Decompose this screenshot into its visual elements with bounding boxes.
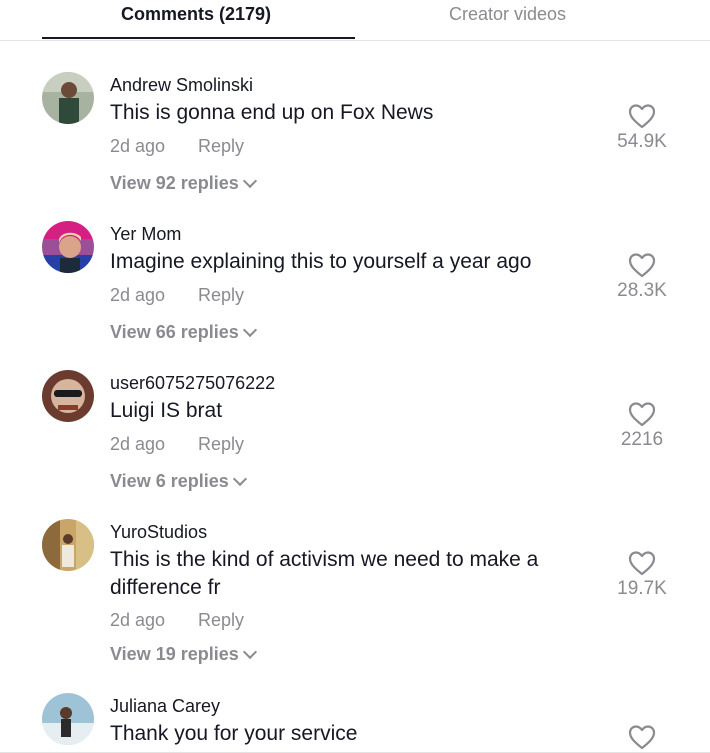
like-button[interactable]: 2216 xyxy=(602,401,682,451)
avatar[interactable] xyxy=(42,370,94,422)
comment-text: This is the kind of activism we need to … xyxy=(110,548,539,599)
comment-text: Imagine explaining this to yourself a ye… xyxy=(110,250,532,273)
comment-username[interactable]: Yer Mom xyxy=(110,224,181,245)
user-photo-icon xyxy=(42,72,94,124)
view-replies-button[interactable]: View 92 replies xyxy=(110,173,257,194)
comment-text: Thank you for your service xyxy=(110,722,358,745)
view-replies-button[interactable]: View 66 replies xyxy=(110,322,257,343)
avatar[interactable] xyxy=(42,72,94,124)
comment-username[interactable]: user6075275076222 xyxy=(110,373,275,394)
chevron-down-icon xyxy=(232,471,247,487)
avatar[interactable] xyxy=(42,693,94,745)
heart-icon xyxy=(628,253,656,278)
comment-username[interactable]: Andrew Smolinski xyxy=(110,75,253,96)
tab-creator-videos[interactable]: Creator videos xyxy=(449,4,566,25)
comment-time: 2d ago xyxy=(110,610,166,630)
user-photo-icon xyxy=(42,693,94,745)
like-button[interactable] xyxy=(602,724,682,750)
like-button[interactable]: 54.9K xyxy=(602,103,682,153)
reply-button[interactable]: Reply xyxy=(198,610,244,631)
heart-icon xyxy=(628,725,656,750)
avatar[interactable] xyxy=(42,519,94,571)
like-button[interactable]: 19.7K xyxy=(602,550,682,600)
avatar[interactable] xyxy=(42,221,94,273)
view-replies-label: View 66 replies xyxy=(110,322,239,342)
heart-icon xyxy=(628,402,656,427)
like-count: 28.3K xyxy=(617,280,667,301)
view-replies-label: View 6 replies xyxy=(110,471,229,491)
comment-text: Luigi IS brat xyxy=(110,399,223,422)
like-count: 2216 xyxy=(620,429,664,450)
comment-time: 2d ago xyxy=(110,285,166,305)
like-count: 19.7K xyxy=(617,578,667,599)
reply-button[interactable]: Reply xyxy=(198,434,244,455)
reply-button[interactable]: Reply xyxy=(198,136,244,157)
user-photo-icon xyxy=(42,519,94,571)
tab-comments[interactable]: Comments (2179) xyxy=(121,4,271,25)
chevron-down-icon xyxy=(242,644,257,660)
comment-username[interactable]: Juliana Carey xyxy=(110,696,220,717)
active-tab-indicator xyxy=(42,37,355,39)
comment-time: 2d ago xyxy=(110,434,166,454)
comment-tabs: Comments (2179) Creator videos xyxy=(0,0,710,41)
heart-icon xyxy=(628,551,656,576)
like-button[interactable]: 28.3K xyxy=(602,252,682,302)
view-replies-label: View 19 replies xyxy=(110,644,239,664)
chevron-down-icon xyxy=(242,322,257,338)
user-photo-icon xyxy=(42,370,94,422)
comment-time: 2d ago xyxy=(110,136,166,156)
reply-button[interactable]: Reply xyxy=(198,285,244,306)
view-replies-label: View 92 replies xyxy=(110,173,239,193)
chevron-down-icon xyxy=(242,173,257,189)
view-replies-button[interactable]: View 6 replies xyxy=(110,471,247,492)
user-photo-icon xyxy=(42,221,94,273)
comment-username[interactable]: YuroStudios xyxy=(110,522,207,543)
heart-icon xyxy=(628,104,656,129)
comment-text: This is gonna end up on Fox News xyxy=(110,101,434,124)
like-count: 54.9K xyxy=(617,131,667,152)
view-replies-button[interactable]: View 19 replies xyxy=(110,644,257,665)
